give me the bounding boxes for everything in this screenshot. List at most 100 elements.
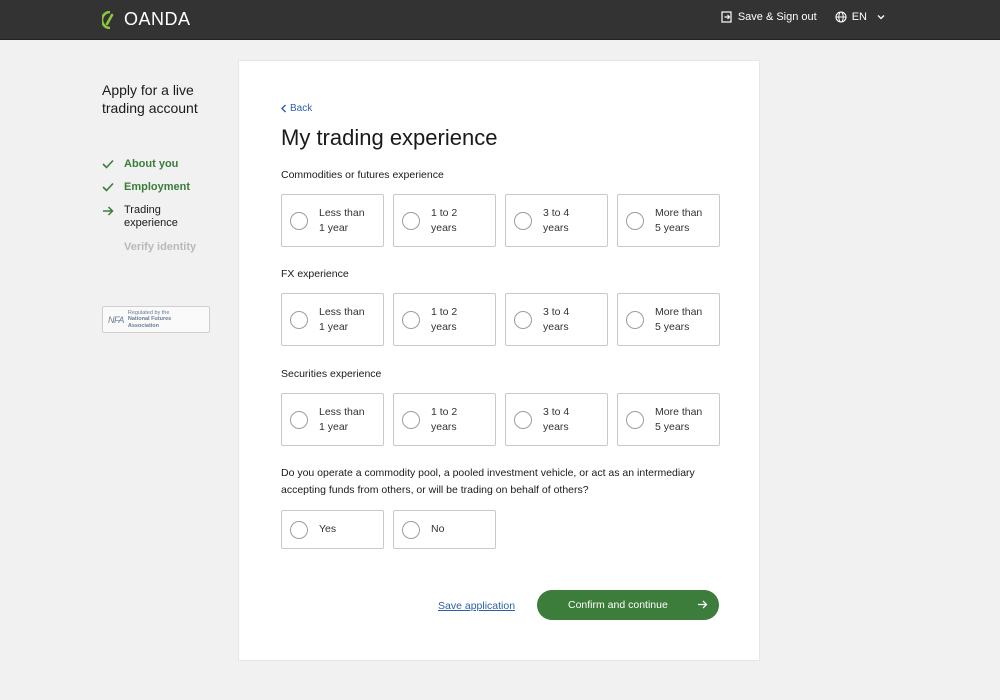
option-line-2: 1 year <box>319 420 349 433</box>
radio-button[interactable] <box>514 410 532 429</box>
option-line-2: 5 years <box>655 420 690 433</box>
sign-out-icon <box>721 11 732 23</box>
option-line-1: More than <box>655 406 703 418</box>
option-1-to-2-years[interactable]: 1 to 2 years <box>393 293 496 346</box>
option-line-2: 1 year <box>319 221 349 234</box>
back-label: Back <box>290 103 313 114</box>
option-less-than-1-year[interactable]: Less than 1 year <box>281 393 384 446</box>
option-line-2: 5 years <box>655 320 690 333</box>
step-label: Verify identity <box>124 241 197 253</box>
confirm-and-continue-button[interactable]: Confirm and continue <box>537 590 719 620</box>
form-card: Back My trading experience Commodities o… <box>238 60 760 661</box>
option-line-2: years <box>431 320 457 333</box>
nfa-line-2: National Futures <box>127 316 172 323</box>
save-sign-out-button[interactable]: Save & Sign out <box>721 11 817 23</box>
option-more-than-5-years[interactable]: More than 5 years <box>617 194 720 247</box>
options-securities: Less than 1 year 1 to 2 years 3 to 4 years … <box>281 393 720 446</box>
option-3-to-4-years[interactable]: 3 to 4 years <box>505 194 608 247</box>
option-line-1: 1 to 2 <box>431 306 458 318</box>
radio-button[interactable] <box>290 520 308 539</box>
option-line-1: Less than <box>319 306 365 318</box>
radio-button[interactable] <box>402 310 420 329</box>
option-line-2: 5 years <box>655 221 690 234</box>
option-no-label: No <box>431 523 445 536</box>
radio-button[interactable] <box>626 211 644 230</box>
options-commodity-pool: Yes No <box>281 510 496 549</box>
sidebar-title: Apply for a live trading account <box>102 82 198 116</box>
step-label: Trading experience <box>124 204 178 229</box>
oanda-logo-icon <box>102 10 114 29</box>
option-line-1: More than <box>655 207 703 219</box>
option-line-1: Less than <box>319 207 365 219</box>
logo-text: OANDA <box>124 9 191 29</box>
option-line-2: years <box>431 221 457 234</box>
option-line-1: 1 to 2 <box>431 207 458 219</box>
option-3-to-4-years[interactable]: 3 to 4 years <box>505 393 608 446</box>
radio-button[interactable] <box>290 410 308 429</box>
option-line-2: years <box>543 320 569 333</box>
chevron-down-icon <box>877 15 885 20</box>
step-trading-experience: Trading experience <box>102 204 232 230</box>
option-more-than-5-years[interactable]: More than 5 years <box>617 293 720 346</box>
question-label-commodity-pool: Do you operate a commodity pool, a poole… <box>281 465 721 499</box>
options-fx: Less than 1 year 1 to 2 years 3 to 4 years … <box>281 293 720 346</box>
radio-button[interactable] <box>514 211 532 230</box>
page-title: My trading experience <box>281 125 498 150</box>
language-label: EN <box>851 11 867 23</box>
step-about-you[interactable]: About you <box>102 158 232 170</box>
confirm-label: Confirm and continue <box>568 599 668 611</box>
radio-button[interactable] <box>402 520 420 539</box>
oanda-logo[interactable]: OANDA <box>102 9 191 30</box>
step-label: Employment <box>124 181 191 193</box>
option-line-1: Less than <box>319 406 365 418</box>
option-line-1: 3 to 4 <box>543 406 570 418</box>
option-yes-label: Yes <box>319 523 337 536</box>
question-label-fx: FX experience <box>281 268 349 280</box>
option-no[interactable]: No <box>393 510 496 549</box>
radio-button[interactable] <box>626 310 644 329</box>
language-selector[interactable]: EN <box>835 11 886 23</box>
option-less-than-1-year[interactable]: Less than 1 year <box>281 293 384 346</box>
option-line-2: years <box>431 420 457 433</box>
question-label-securities: Securities experience <box>281 368 382 380</box>
progress-steps: About you Employment Trading experience … <box>102 158 232 264</box>
question-line-2: accepting funds from others, or will be … <box>281 484 589 496</box>
check-icon <box>102 159 114 169</box>
save-application-link[interactable]: Save application <box>438 600 515 612</box>
option-line-2: 1 year <box>319 320 349 333</box>
option-line-1: 3 to 4 <box>543 207 570 219</box>
option-line-2: years <box>543 221 569 234</box>
nfa-badge: NFA Regulated by the National Futures As… <box>102 306 210 333</box>
globe-icon <box>835 11 847 23</box>
option-line-2: years <box>543 420 569 433</box>
nfa-line-3: Association <box>127 322 160 329</box>
step-label: About you <box>124 158 179 170</box>
radio-button[interactable] <box>402 211 420 230</box>
arrow-right-icon <box>698 600 708 609</box>
options-commodities: Less than 1 year 1 to 2 years 3 to 4 years … <box>281 194 720 247</box>
option-more-than-5-years[interactable]: More than 5 years <box>617 393 720 446</box>
option-1-to-2-years[interactable]: 1 to 2 years <box>393 393 496 446</box>
option-line-1: 1 to 2 <box>431 406 458 418</box>
option-3-to-4-years[interactable]: 3 to 4 years <box>505 293 608 346</box>
option-1-to-2-years[interactable]: 1 to 2 years <box>393 194 496 247</box>
back-link[interactable]: Back <box>280 103 312 114</box>
top-bar: OANDA Save & Sign out EN <box>0 0 1000 40</box>
question-label-commodities: Commodities or futures experience <box>281 169 444 181</box>
step-verify-identity: Verify identity <box>102 241 232 253</box>
arrow-right-icon <box>103 206 114 216</box>
option-yes[interactable]: Yes <box>281 510 384 549</box>
radio-button[interactable] <box>626 410 644 429</box>
radio-button[interactable] <box>514 310 532 329</box>
save-sign-out-label: Save & Sign out <box>737 11 817 23</box>
radio-button[interactable] <box>402 410 420 429</box>
check-icon <box>102 182 114 192</box>
step-employment[interactable]: Employment <box>102 181 232 193</box>
option-less-than-1-year[interactable]: Less than 1 year <box>281 194 384 247</box>
option-line-1: More than <box>655 306 703 318</box>
nfa-logo: NFA <box>108 314 124 325</box>
radio-button[interactable] <box>290 310 308 329</box>
radio-button[interactable] <box>290 211 308 230</box>
option-line-1: 3 to 4 <box>543 306 570 318</box>
question-line-1: Do you operate a commodity pool, a poole… <box>281 467 695 479</box>
